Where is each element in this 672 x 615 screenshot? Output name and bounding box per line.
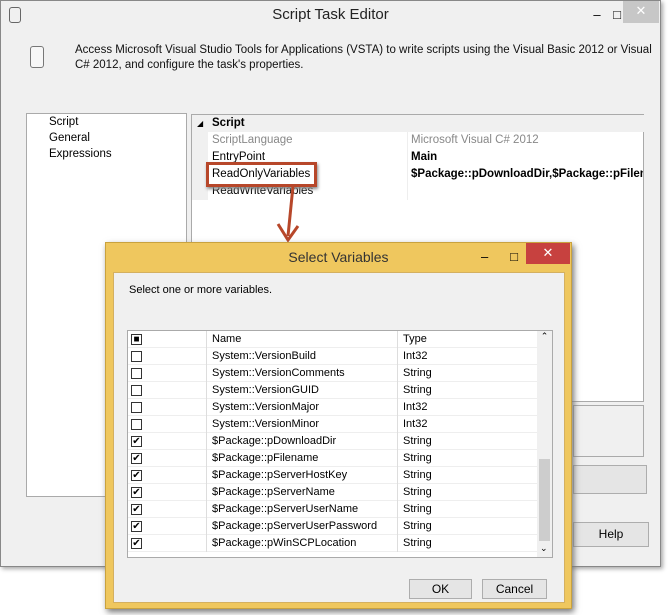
variable-row[interactable]: ✔ $Package::pWinSCPLocation String xyxy=(128,535,538,552)
property-row[interactable]: ScriptLanguage Microsoft Visual C# 2012 xyxy=(192,132,644,149)
variable-checkbox[interactable] xyxy=(131,368,142,379)
ok-button[interactable]: OK xyxy=(409,579,472,599)
variable-row[interactable]: ✔ $Package::pServerUserName String xyxy=(128,501,538,518)
nav-item-general[interactable]: General xyxy=(27,130,186,146)
select-all-checkbox[interactable]: ■ xyxy=(131,334,142,345)
arrow-icon xyxy=(276,185,300,243)
variable-name: $Package::pServerUserName xyxy=(212,503,359,515)
variable-checkbox[interactable]: ✔ xyxy=(131,504,142,515)
variable-type: String xyxy=(403,537,432,549)
property-description-box xyxy=(573,405,644,457)
scrollbar[interactable]: ⌃ ⌄ xyxy=(537,331,552,557)
variable-row[interactable]: ✔ $Package::pDownloadDir String xyxy=(128,433,538,450)
variable-name: $Package::pWinSCPLocation xyxy=(212,537,357,549)
dialog-minimize-button[interactable]: – xyxy=(481,247,488,267)
variable-name: System::VersionBuild xyxy=(212,350,316,362)
variable-name: $Package::pServerUserPassword xyxy=(212,520,378,532)
script-icon xyxy=(9,7,21,23)
description: Access Microsoft Visual Studio Tools for… xyxy=(75,44,652,71)
variable-name: $Package::pServerHostKey xyxy=(212,469,348,481)
variable-row[interactable]: ✔ $Package::pFilename String xyxy=(128,450,538,467)
variable-name: $Package::pDownloadDir xyxy=(212,435,337,447)
variable-checkbox[interactable]: ✔ xyxy=(131,521,142,532)
scroll-icon xyxy=(30,46,44,68)
scroll-down-icon[interactable]: ⌄ xyxy=(540,543,548,554)
variable-row[interactable]: System::VersionBuild Int32 xyxy=(128,348,538,365)
variable-type: String xyxy=(403,435,432,447)
variable-row[interactable]: System::VersionGUID String xyxy=(128,382,538,399)
variable-type: String xyxy=(403,503,432,515)
variable-checkbox[interactable] xyxy=(131,419,142,430)
scroll-up-icon[interactable]: ⌃ xyxy=(537,331,552,342)
window-title: Script Task Editor xyxy=(1,1,660,29)
variable-row[interactable]: ✔ $Package::pServerName String xyxy=(128,484,538,501)
variable-type: Int32 xyxy=(403,418,428,430)
scrollbar-thumb[interactable] xyxy=(539,459,550,541)
variable-row[interactable]: ✔ $Package::pServerHostKey String xyxy=(128,467,538,484)
variable-checkbox[interactable] xyxy=(131,385,142,396)
dialog-title: Select Variables xyxy=(288,249,389,265)
dialog-maximize-button[interactable]: □ xyxy=(504,247,524,267)
variable-row[interactable]: System::VersionMajor Int32 xyxy=(128,399,538,416)
instruction-text: Select one or more variables. xyxy=(129,284,273,296)
close-button[interactable]: ✕ xyxy=(623,1,659,23)
variable-type: String xyxy=(403,469,432,481)
nav-item-script[interactable]: Script xyxy=(27,114,186,130)
variable-checkbox[interactable]: ✔ xyxy=(131,436,142,447)
variable-name: $Package::pServerName xyxy=(212,486,335,498)
variable-type: String xyxy=(403,384,432,396)
minimize-button[interactable]: – xyxy=(587,5,607,25)
nav-item-expressions[interactable]: Expressions xyxy=(27,146,186,162)
variable-name: System::VersionMajor xyxy=(212,401,319,413)
select-variables-dialog: Select Variables – □ ✕ Select one or mor… xyxy=(105,242,572,609)
variable-checkbox[interactable] xyxy=(131,351,142,362)
variable-checkbox[interactable]: ✔ xyxy=(131,538,142,549)
dialog-close-button[interactable]: ✕ xyxy=(526,243,570,264)
variable-row[interactable]: ✔ $Package::pServerUserPassword String xyxy=(128,518,538,535)
variable-type: String xyxy=(403,452,432,464)
variable-checkbox[interactable] xyxy=(131,402,142,413)
variable-type: String xyxy=(403,520,432,532)
variable-checkbox[interactable]: ✔ xyxy=(131,487,142,498)
variable-row[interactable]: System::VersionComments String xyxy=(128,365,538,382)
cancel-button[interactable]: Cancel xyxy=(482,579,547,599)
variables-grid: ■ Name Type System::VersionBuild Int32 Sys… xyxy=(127,330,553,558)
variable-type: Int32 xyxy=(403,401,428,413)
variable-row[interactable]: System::VersionMinor Int32 xyxy=(128,416,538,433)
variable-name: System::VersionGUID xyxy=(212,384,319,396)
variable-name: System::VersionComments xyxy=(212,367,345,379)
variable-type: String xyxy=(403,367,432,379)
variable-type: String xyxy=(403,486,432,498)
category-script[interactable]: ◢ Script xyxy=(192,115,644,132)
variable-checkbox[interactable]: ✔ xyxy=(131,470,142,481)
variable-type: Int32 xyxy=(403,350,428,362)
help-button[interactable]: Help xyxy=(573,522,649,547)
variable-name: System::VersionMinor xyxy=(212,418,319,430)
grid-header: ■ Name Type xyxy=(128,331,538,348)
variable-name: $Package::pFilename xyxy=(212,452,319,464)
partial-button[interactable] xyxy=(573,465,647,494)
variable-checkbox[interactable]: ✔ xyxy=(131,453,142,464)
collapse-icon[interactable]: ◢ xyxy=(197,115,203,132)
